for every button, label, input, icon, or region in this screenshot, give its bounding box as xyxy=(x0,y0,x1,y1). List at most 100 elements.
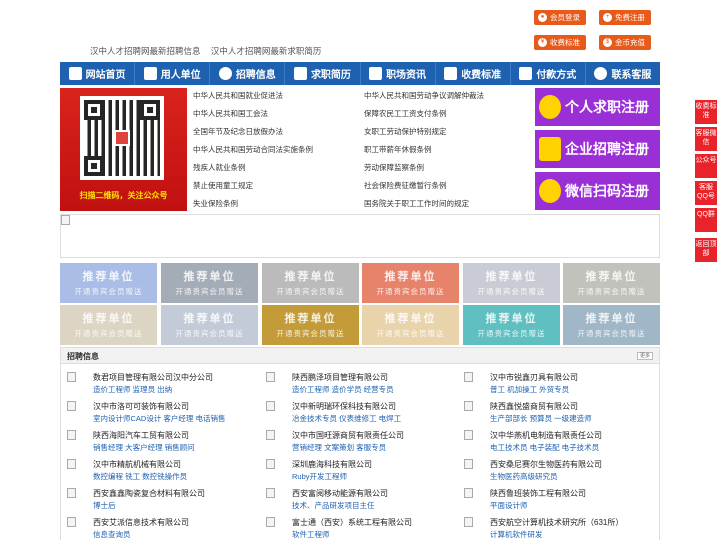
company-logo-icon[interactable] xyxy=(464,401,473,411)
float-link[interactable]: QQ群 xyxy=(695,208,717,232)
company-logo-icon[interactable] xyxy=(67,488,76,498)
law-link[interactable]: 中华人民共和国劳动合同法实施条例 xyxy=(193,144,313,155)
company-name-link[interactable]: 西安桑尼赛尔生物医药有限公司 xyxy=(490,459,602,470)
recommend-slot[interactable]: 推荐单位 开通贵宾会员赠送 xyxy=(262,305,359,345)
company-logo-icon[interactable] xyxy=(266,430,275,440)
float-link[interactable]: 客服微信 xyxy=(695,127,717,151)
banner-ad[interactable] xyxy=(60,214,660,258)
job-positions-link[interactable]: 造价工程师 造价学员 经营专员 xyxy=(292,384,394,395)
company-name-link[interactable]: 汉中市国旺源商贸有限责任公司 xyxy=(292,430,404,441)
law-link[interactable]: 残疾人就业条例 xyxy=(193,162,246,173)
company-name-link[interactable]: 汉中市洛可可装饰有限公司 xyxy=(93,401,189,412)
company-name-link[interactable]: 西安鑫鑫陶瓷复合材料有限公司 xyxy=(93,488,205,499)
job-positions-link[interactable]: 信息查询员 xyxy=(93,529,131,540)
personal-register-button[interactable]: 个人求职注册 xyxy=(535,88,660,126)
law-link[interactable]: 职工带薪年休假条例 xyxy=(364,144,432,155)
recommend-slot[interactable]: 推荐单位 开通贵宾会员赠送 xyxy=(161,305,258,345)
company-name-link[interactable]: 西安艾派信息技术有限公司 xyxy=(93,517,189,528)
law-link[interactable]: 保障农民工工资支付条例 xyxy=(364,108,447,119)
company-logo-icon[interactable] xyxy=(266,488,275,498)
company-name-link[interactable]: 陕西海阳汽车工贸有限公司 xyxy=(93,430,189,441)
job-positions-link[interactable]: 软件工程师 xyxy=(292,529,330,540)
law-link[interactable]: 中华人民共和国就业促进法 xyxy=(193,90,283,101)
float-link[interactable]: 客服QQ号 xyxy=(695,181,717,205)
recharge-button[interactable]: $ 金币充值 xyxy=(599,35,651,50)
job-positions-link[interactable]: 计算机软件研发 xyxy=(490,529,543,540)
company-logo-icon[interactable] xyxy=(67,459,76,469)
nav-contact[interactable]: 联系客服 xyxy=(586,62,660,85)
company-name-link[interactable]: 深圳鹿海科技有限公司 xyxy=(292,459,372,470)
job-positions-link[interactable]: 数控编程 铣工 数控铣操作员 xyxy=(93,471,187,482)
login-button[interactable]: ● 会员登录 xyxy=(534,10,586,25)
recommend-slot[interactable]: 推荐单位 开通贵宾会员赠送 xyxy=(161,263,258,303)
float-link[interactable]: 公众号 xyxy=(695,154,717,178)
job-positions-link[interactable]: 技术、产品研发项目主任 xyxy=(292,500,375,511)
law-link[interactable]: 女职工劳动保护特别规定 xyxy=(364,126,447,137)
recommend-slot[interactable]: 推荐单位 开通贵宾会员赠送 xyxy=(463,305,560,345)
law-link[interactable]: 中华人民共和国劳动争议调解仲裁法 xyxy=(364,90,484,101)
company-name-link[interactable]: 陕西鹏泽项目管理有限公司 xyxy=(292,372,388,383)
company-logo-icon[interactable] xyxy=(67,401,76,411)
job-positions-link[interactable]: 普工 机加操工 外贸专员 xyxy=(490,384,569,395)
job-positions-link[interactable]: 平面设计师 xyxy=(490,500,528,511)
wechat-register-button[interactable]: 微信扫码注册 xyxy=(535,172,660,210)
fee-button[interactable]: ¥ 收费标准 xyxy=(534,35,586,50)
register-button[interactable]: + 免费注册 xyxy=(599,10,651,25)
float-link[interactable]: 收费标准 xyxy=(695,100,717,124)
company-logo-icon[interactable] xyxy=(67,372,76,382)
law-link[interactable]: 禁止使用童工规定 xyxy=(193,180,253,191)
latest-jobs-link[interactable]: 汉中人才招聘网最新招聘信息 xyxy=(90,46,201,56)
company-logo-icon[interactable] xyxy=(464,459,473,469)
company-name-link[interactable]: 西安富阅移动能源有限公司 xyxy=(292,488,388,499)
more-button[interactable]: 更多 xyxy=(637,352,653,360)
law-link[interactable]: 国务院关于职工工作时间的规定 xyxy=(364,198,469,209)
recommend-slot[interactable]: 推荐单位 开通贵宾会员赠送 xyxy=(463,263,560,303)
recommend-slot[interactable]: 推荐单位 开通贵宾会员赠送 xyxy=(563,263,660,303)
company-logo-icon[interactable] xyxy=(266,372,275,382)
law-link[interactable]: 失业保险条例 xyxy=(193,198,238,209)
company-name-link[interactable]: 汉中华燕机电制造有限责任公司 xyxy=(490,430,602,441)
recommend-slot[interactable]: 推荐单位 开通贵宾会员赠送 xyxy=(262,263,359,303)
job-positions-link[interactable]: 销售经理 大客户经理 销售顾问 xyxy=(93,442,195,453)
job-positions-link[interactable]: 冶金技术专员 仪表维修工 电焊工 xyxy=(292,413,401,424)
law-link[interactable]: 劳动保障监察条例 xyxy=(364,162,424,173)
company-logo-icon[interactable] xyxy=(464,430,473,440)
law-link[interactable]: 全国年节及纪念日放假办法 xyxy=(193,126,283,137)
company-name-link[interactable]: 汉中市精航机械有限公司 xyxy=(93,459,181,470)
nav-employers[interactable]: 用人单位 xyxy=(135,62,211,85)
nav-recruit[interactable]: 招聘信息 xyxy=(210,62,286,85)
job-positions-link[interactable]: 电工技术员 电子装配 电子技术员 xyxy=(490,442,599,453)
recommend-slot[interactable]: 推荐单位 开通贵宾会员赠送 xyxy=(362,305,459,345)
job-positions-link[interactable]: 生产部部长 预算员 一级建造师 xyxy=(490,413,592,424)
company-logo-icon[interactable] xyxy=(464,517,473,527)
job-positions-link[interactable]: 造价工程师 监理员 出纳 xyxy=(93,384,172,395)
company-logo-icon[interactable] xyxy=(464,372,473,382)
job-positions-link[interactable]: 室内设计师CAD设计 客户经理 电话销售 xyxy=(93,413,226,424)
company-logo-icon[interactable] xyxy=(266,401,275,411)
company-register-button[interactable]: 企业招聘注册 xyxy=(535,130,660,168)
company-logo-icon[interactable] xyxy=(67,430,76,440)
company-name-link[interactable]: 汉中新明瑞环保科技有限公司 xyxy=(292,401,396,412)
recommend-slot[interactable]: 推荐单位 开通贵宾会员赠送 xyxy=(362,263,459,303)
company-name-link[interactable]: 数君项目管理有限公司汉中分公司 xyxy=(93,372,213,383)
nav-resumes[interactable]: 求职简历 xyxy=(285,62,361,85)
float-link[interactable]: 返回顶部 xyxy=(695,238,717,262)
company-logo-icon[interactable] xyxy=(67,517,76,527)
job-positions-link[interactable]: 营销经理 文案策划 客服专员 xyxy=(292,442,386,453)
job-positions-link[interactable]: 博士后 xyxy=(93,500,116,511)
company-logo-icon[interactable] xyxy=(266,459,275,469)
nav-news[interactable]: 职场资讯 xyxy=(361,62,436,85)
nav-fees[interactable]: 收费标准 xyxy=(436,62,511,85)
nav-home[interactable]: 网站首页 xyxy=(60,62,136,85)
recommend-slot[interactable]: 推荐单位 开通贵宾会员赠送 xyxy=(60,305,157,345)
job-positions-link[interactable]: 生物医药高级研究员 xyxy=(490,471,558,482)
recommend-slot[interactable]: 推荐单位 开通贵宾会员赠送 xyxy=(563,305,660,345)
company-logo-icon[interactable] xyxy=(266,517,275,527)
company-name-link[interactable]: 陕西鑫悦盛商贸有限公司 xyxy=(490,401,578,412)
job-positions-link[interactable]: Ruby开发工程师 xyxy=(292,471,347,482)
latest-resumes-link[interactable]: 汉中人才招聘网最新求职简历 xyxy=(211,46,322,56)
company-name-link[interactable]: 陕西鲁班装饰工程有限公司 xyxy=(490,488,586,499)
law-link[interactable]: 社会保险费征缴暂行条例 xyxy=(364,180,447,191)
law-link[interactable]: 中华人民共和国工会法 xyxy=(193,108,268,119)
nav-payment[interactable]: 付款方式 xyxy=(511,62,586,85)
